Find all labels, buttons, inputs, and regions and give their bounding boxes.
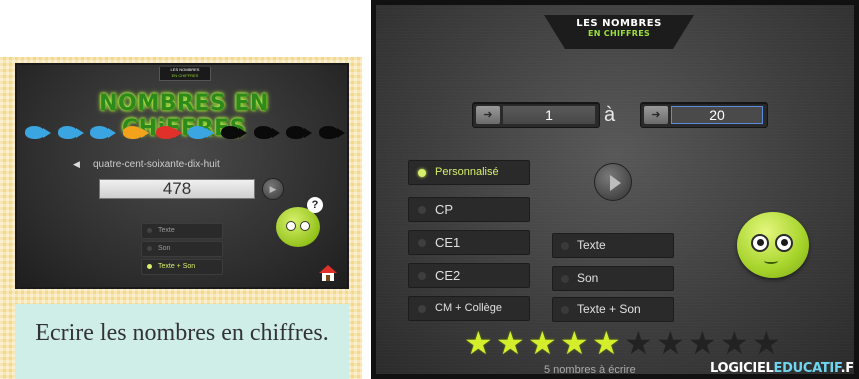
thumbnail-play-button[interactable]: ▶ — [262, 178, 284, 200]
brand-part1: LOGICIEL — [710, 361, 774, 376]
star-filled-icon[interactable]: ★ — [496, 327, 525, 359]
range-from-control: ➜ 1 — [472, 102, 600, 128]
thumbnail-logo-line2: EN CHIFFRES — [171, 73, 199, 78]
brand-part2: EDUCATIF — [773, 361, 841, 376]
fish-icon — [154, 123, 182, 141]
thumbnail-mode-son[interactable]: Son — [141, 241, 223, 257]
thumbnail-mode-texte[interactable]: Texte — [141, 223, 223, 239]
range-to-input[interactable]: 20 — [671, 106, 763, 124]
smiley-eye-left — [286, 221, 296, 231]
radio-dot-icon — [147, 228, 152, 233]
thumbnail-logo: LES NOMBRES EN CHIFFRES — [159, 67, 211, 81]
arrow-right-icon[interactable]: ➜ — [644, 106, 668, 124]
app-logo-line2: EN CHIFFRES — [587, 29, 651, 38]
radio-dot-icon — [418, 206, 426, 214]
fish-icon — [252, 123, 280, 141]
spoken-number-text: quatre-cent-soixante-dix-huit — [93, 159, 220, 170]
star-filled-icon[interactable]: ★ — [592, 327, 621, 359]
thumbnail-smiley-icon — [276, 207, 320, 247]
range-to-control: ➜ 20 — [640, 102, 768, 128]
radio-dot-icon — [561, 275, 569, 283]
radio-dot-icon — [561, 242, 569, 250]
star-filled-icon[interactable]: ★ — [528, 327, 557, 359]
smiley-icon — [737, 212, 809, 278]
question-bubble-icon: ? — [307, 197, 323, 213]
thumbnail-answer-input[interactable]: 478 — [99, 179, 255, 199]
level-label: CE1 — [435, 235, 461, 250]
radio-dot-icon — [418, 169, 426, 177]
range-separator: à — [604, 104, 616, 126]
app-logo-line1: LES NOMBRES — [576, 18, 662, 29]
smiley-eye-right — [775, 234, 793, 252]
radio-dot-icon — [418, 272, 426, 280]
fish-icon — [121, 123, 149, 141]
level-ce2[interactable]: CE2 — [408, 263, 530, 288]
star-rating[interactable]: ★ ★ ★ ★ ★ ★ ★ ★ ★ ★ — [464, 327, 781, 359]
fish-icon — [284, 123, 313, 141]
brand-part3: .FR — [840, 361, 854, 376]
radio-dot-icon — [147, 264, 152, 269]
star-filled-icon[interactable]: ★ — [560, 327, 589, 359]
app-logo: LES NOMBRES EN CHIFFRES — [544, 15, 694, 49]
level-label: CP — [435, 202, 454, 217]
fish-icon — [56, 123, 84, 141]
smiley-mouth — [764, 258, 778, 264]
radio-dot-icon — [561, 306, 569, 314]
thumbnail-caption: Ecrire les nombres en chiffres. — [35, 320, 329, 346]
level-ce1[interactable]: CE1 — [408, 230, 530, 255]
home-icon[interactable] — [319, 265, 337, 281]
mode-texte[interactable]: Texte — [552, 233, 674, 258]
speaker-icon[interactable]: ◀ — [73, 159, 83, 169]
star-empty-icon[interactable]: ★ — [688, 327, 717, 359]
fish-icon — [317, 123, 345, 141]
brand-logo: LOGICIELEDUCATIF.FR — [710, 361, 854, 376]
fish-progress-row — [23, 123, 345, 145]
radio-dot-icon — [418, 239, 426, 247]
thumbnail-logo-line1: LES NOMBRES — [170, 67, 200, 72]
play-icon — [610, 175, 621, 191]
level-label: CM + Collège — [435, 302, 502, 314]
range-from-input[interactable]: 1 — [503, 106, 595, 124]
star-filled-icon[interactable]: ★ — [464, 327, 493, 359]
mode-label: Texte + Son — [577, 302, 641, 316]
fish-icon — [23, 123, 51, 141]
star-empty-icon[interactable]: ★ — [656, 327, 685, 359]
mode-texte-son[interactable]: Texte + Son — [552, 297, 674, 322]
arrow-right-icon[interactable]: ➜ — [476, 106, 500, 124]
thumbnail-mode-texte-son[interactable]: Texte + Son — [141, 259, 223, 275]
star-empty-icon[interactable]: ★ — [720, 327, 749, 359]
rating-caption: 5 nombres à écrire — [544, 364, 636, 376]
level-cp[interactable]: CP — [408, 197, 530, 222]
smiley-eye-right — [300, 221, 310, 231]
mode-label: Texte — [158, 227, 175, 234]
smiley-eye-left — [751, 234, 769, 252]
app-screen: LES NOMBRES EN CHIFFRES ➜ 1 à ➜ 20 Perso… — [371, 0, 859, 379]
level-cm-college[interactable]: CM + Collège — [408, 296, 530, 321]
star-empty-icon[interactable]: ★ — [624, 327, 653, 359]
mode-label: Son — [158, 245, 171, 252]
level-label: Personnalisé — [435, 166, 499, 178]
mode-label: Texte — [577, 238, 606, 252]
radio-dot-icon — [418, 305, 426, 313]
fish-icon — [88, 123, 117, 141]
radio-dot-icon — [147, 246, 152, 251]
mode-label: Texte + Son — [158, 263, 196, 270]
star-empty-icon[interactable]: ★ — [752, 327, 781, 359]
level-label: CE2 — [435, 268, 461, 283]
play-button[interactable] — [594, 163, 632, 201]
level-personnalise[interactable]: Personnalisé — [408, 160, 530, 185]
mode-son[interactable]: Son — [552, 266, 674, 291]
thumbnail-screen: LES NOMBRES EN CHIFFRES NOMBRES EN CHiFF… — [15, 63, 349, 289]
mode-label: Son — [577, 271, 599, 285]
fish-icon — [186, 123, 215, 141]
fish-icon — [219, 123, 247, 141]
